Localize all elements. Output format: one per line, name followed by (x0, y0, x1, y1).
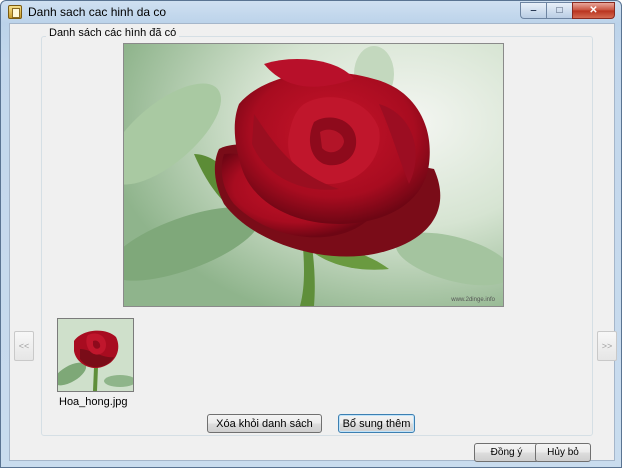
preview-watermark: www.2dinge.info (451, 297, 495, 303)
title-bar[interactable]: Danh sach cac hinh da co ‒ □ ✕ (1, 1, 621, 23)
close-icon: ✕ (589, 5, 598, 16)
next-label: >> (601, 341, 613, 351)
minimize-icon: ‒ (530, 5, 537, 16)
close-button[interactable]: ✕ (572, 2, 615, 19)
previous-label: << (18, 341, 30, 351)
ok-button[interactable]: Đồng ý (474, 443, 539, 462)
next-button[interactable]: >> (597, 331, 617, 361)
cancel-button[interactable]: Hủy bỏ (535, 443, 591, 462)
maximize-icon: □ (556, 5, 563, 16)
thumbnail-item[interactable] (57, 318, 134, 392)
minimize-button[interactable]: ‒ (520, 2, 546, 19)
remove-from-list-button[interactable]: Xóa khỏi danh sách (207, 414, 322, 433)
rose-thumbnail (58, 319, 133, 391)
previous-button[interactable]: << (14, 331, 34, 361)
group-label: Danh sách các hình đã có (46, 27, 180, 39)
picture-list-icon (8, 5, 22, 19)
thumbnail-filename: Hoa_hong.jpg (59, 396, 128, 408)
window-title: Danh sach cac hinh da co (28, 5, 167, 19)
dialog-window: Danh sach cac hinh da co ‒ □ ✕ Danh sách… (0, 0, 622, 468)
caption-buttons: ‒ □ ✕ (520, 2, 615, 20)
add-more-button[interactable]: Bổ sung thêm (338, 414, 415, 433)
image-preview: www.2dinge.info (123, 43, 504, 307)
client-area: Danh sách các hình đã có www.2dinge.info… (9, 23, 617, 462)
rose-image (124, 44, 503, 306)
maximize-button[interactable]: □ (546, 2, 572, 19)
